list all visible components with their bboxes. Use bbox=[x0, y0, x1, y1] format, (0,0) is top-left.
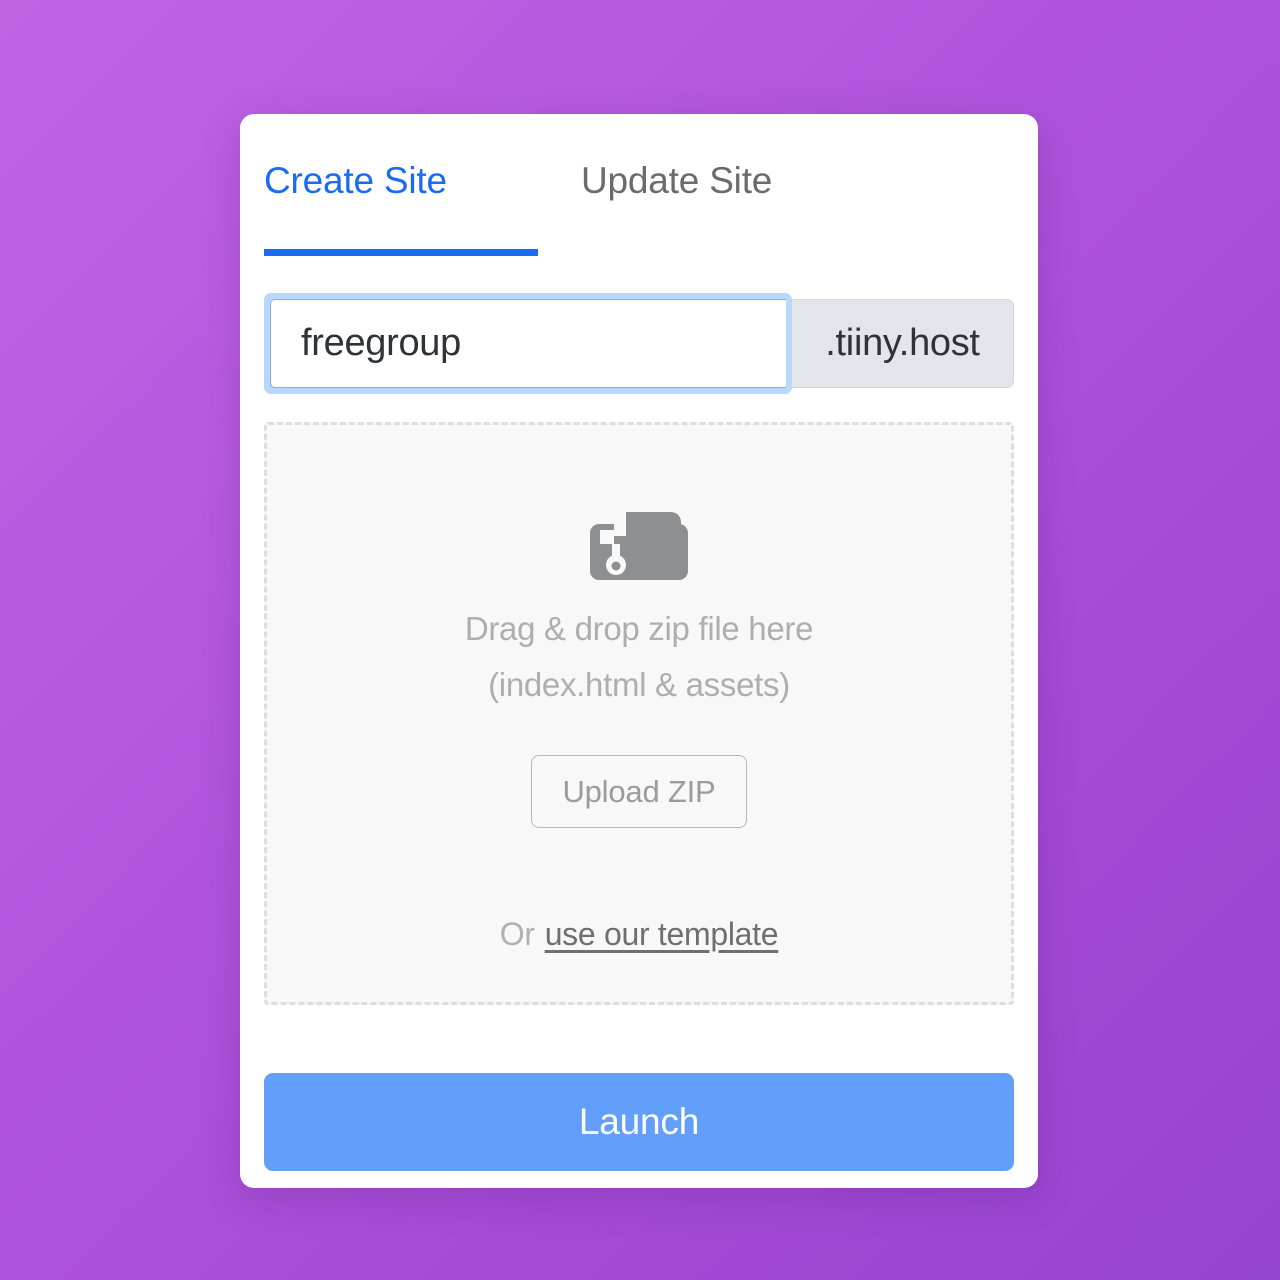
tab-bar: Create Site Update Site bbox=[240, 114, 1038, 256]
domain-suffix-label: .tiiny.host bbox=[792, 299, 1014, 388]
zip-file-icon bbox=[590, 512, 688, 580]
dropzone-primary-text: Drag & drop zip file here bbox=[464, 610, 814, 647]
upload-zip-button[interactable]: Upload ZIP bbox=[531, 755, 747, 828]
launch-button[interactable]: Launch bbox=[264, 1073, 1014, 1171]
tab-create-site[interactable]: Create Site bbox=[264, 160, 447, 202]
template-prompt: Or use our template bbox=[500, 916, 779, 953]
use-our-template-link[interactable]: use our template bbox=[545, 916, 779, 953]
active-tab-indicator bbox=[264, 249, 538, 256]
subdomain-field-focus-ring bbox=[264, 293, 792, 394]
dropzone-secondary-text: (index.html & assets) bbox=[488, 666, 790, 703]
site-publisher-card: Create Site Update Site .tiiny.host Drag… bbox=[240, 114, 1038, 1188]
template-or-label: Or bbox=[499, 916, 535, 952]
tab-update-site[interactable]: Update Site bbox=[581, 160, 772, 202]
domain-input-group: .tiiny.host bbox=[264, 293, 1014, 394]
zip-dropzone[interactable]: Drag & drop zip file here (index.html & … bbox=[264, 422, 1014, 1005]
subdomain-input[interactable] bbox=[270, 299, 786, 388]
